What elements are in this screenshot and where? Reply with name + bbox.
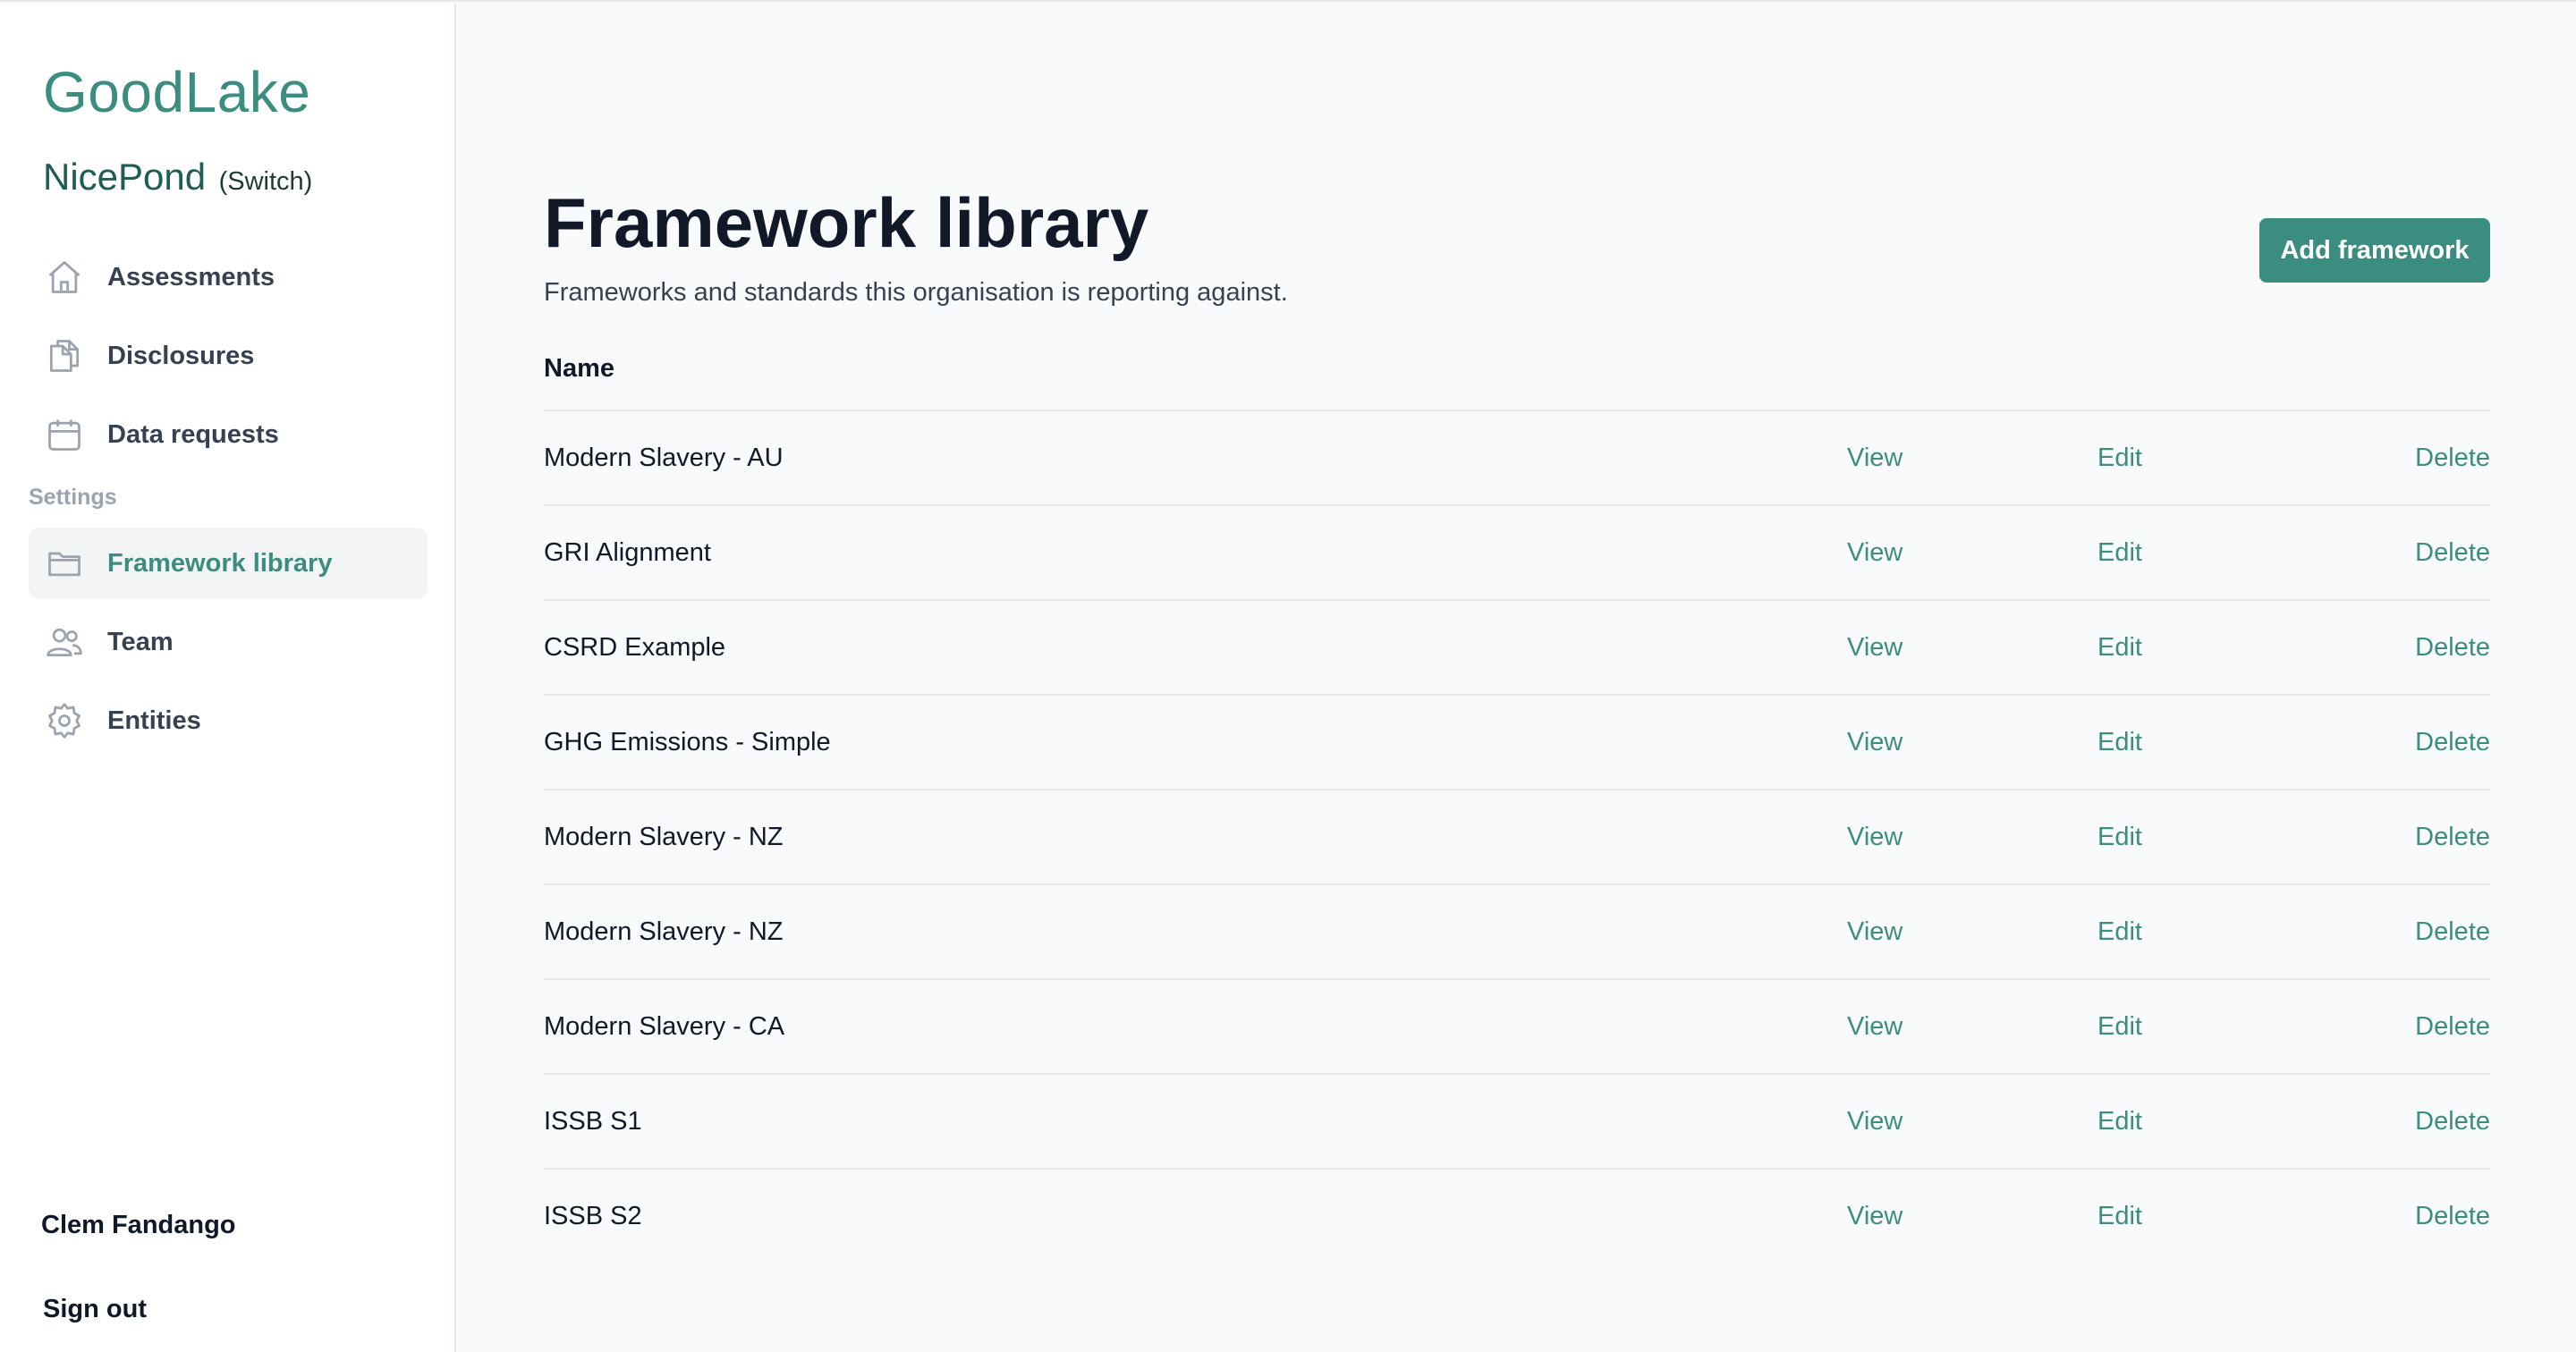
- framework-name: Modern Slavery - NZ: [544, 823, 784, 851]
- table-row: Modern Slavery - AU View Edit Delete: [544, 411, 2490, 506]
- page-title: Framework library: [544, 183, 1149, 262]
- sidebar-item-entities[interactable]: Entities: [29, 685, 428, 756]
- org-switcher: NicePond (Switch): [43, 156, 312, 199]
- current-user-name: Clem Fandango: [41, 1211, 236, 1239]
- delete-link[interactable]: Delete: [2415, 980, 2490, 1073]
- sidebar: GoodLake NicePond (Switch) Assessments D…: [0, 4, 456, 1352]
- home-icon: [45, 258, 84, 297]
- framework-name: GHG Emissions - Simple: [544, 728, 831, 756]
- table-row: ISSB S1 View Edit Delete: [544, 1075, 2490, 1170]
- sidebar-item-data-requests[interactable]: Data requests: [29, 399, 428, 470]
- view-link[interactable]: View: [1847, 885, 1902, 978]
- add-framework-button[interactable]: Add framework: [2259, 218, 2490, 283]
- edit-link[interactable]: Edit: [2097, 506, 2142, 599]
- delete-link[interactable]: Delete: [2415, 696, 2490, 789]
- brand-logo[interactable]: GoodLake: [43, 59, 310, 125]
- page-description: Frameworks and standards this organisati…: [544, 278, 1288, 307]
- sidebar-item-label: Assessments: [107, 262, 275, 292]
- sidebar-item-label: Disclosures: [107, 341, 255, 370]
- edit-link[interactable]: Edit: [2097, 1170, 2142, 1263]
- view-link[interactable]: View: [1847, 1075, 1902, 1168]
- view-link[interactable]: View: [1847, 790, 1902, 883]
- settings-section-label: Settings: [29, 485, 117, 510]
- framework-name: Modern Slavery - CA: [544, 1012, 785, 1041]
- sidebar-item-disclosures[interactable]: Disclosures: [29, 320, 428, 392]
- delete-link[interactable]: Delete: [2415, 790, 2490, 883]
- edit-link[interactable]: Edit: [2097, 1075, 2142, 1168]
- sidebar-item-framework-library[interactable]: Framework library: [29, 528, 428, 599]
- table-row: GHG Emissions - Simple View Edit Delete: [544, 696, 2490, 790]
- sign-out-button[interactable]: Sign out: [43, 1295, 147, 1324]
- view-link[interactable]: View: [1847, 980, 1902, 1073]
- view-link[interactable]: View: [1847, 1170, 1902, 1263]
- edit-link[interactable]: Edit: [2097, 411, 2142, 504]
- sidebar-item-assessments[interactable]: Assessments: [29, 241, 428, 313]
- delete-link[interactable]: Delete: [2415, 1170, 2490, 1263]
- app-window: GoodLake NicePond (Switch) Assessments D…: [0, 0, 2576, 1352]
- folder-icon: [45, 544, 84, 583]
- edit-link[interactable]: Edit: [2097, 601, 2142, 694]
- table-row: GRI Alignment View Edit Delete: [544, 506, 2490, 601]
- framework-name: Modern Slavery - AU: [544, 444, 784, 472]
- documents-icon: [45, 336, 84, 376]
- delete-link[interactable]: Delete: [2415, 411, 2490, 504]
- edit-link[interactable]: Edit: [2097, 885, 2142, 978]
- delete-link[interactable]: Delete: [2415, 506, 2490, 599]
- org-switch-link[interactable]: (Switch): [219, 167, 313, 196]
- framework-name: GRI Alignment: [544, 538, 711, 567]
- delete-link[interactable]: Delete: [2415, 601, 2490, 694]
- edit-link[interactable]: Edit: [2097, 980, 2142, 1073]
- sidebar-item-label: Entities: [107, 706, 201, 735]
- users-icon: [45, 622, 84, 662]
- view-link[interactable]: View: [1847, 506, 1902, 599]
- calendar-icon: [45, 415, 84, 454]
- org-name: NicePond: [43, 156, 207, 198]
- table-row: Modern Slavery - CA View Edit Delete: [544, 980, 2490, 1075]
- sidebar-item-label: Team: [107, 627, 174, 656]
- table-row: Modern Slavery - NZ View Edit Delete: [544, 885, 2490, 980]
- framework-table: Name Modern Slavery - AU View Edit Delet…: [544, 345, 2490, 1264]
- sidebar-item-team[interactable]: Team: [29, 606, 428, 678]
- view-link[interactable]: View: [1847, 696, 1902, 789]
- framework-name: Modern Slavery - NZ: [544, 917, 784, 946]
- edit-link[interactable]: Edit: [2097, 696, 2142, 789]
- framework-name: ISSB S2: [544, 1202, 642, 1230]
- delete-link[interactable]: Delete: [2415, 885, 2490, 978]
- view-link[interactable]: View: [1847, 601, 1902, 694]
- view-link[interactable]: View: [1847, 411, 1902, 504]
- delete-link[interactable]: Delete: [2415, 1075, 2490, 1168]
- table-header-name: Name: [544, 345, 2490, 411]
- table-row: ISSB S2 View Edit Delete: [544, 1170, 2490, 1264]
- sidebar-item-label: Data requests: [107, 419, 279, 449]
- framework-name: ISSB S1: [544, 1107, 642, 1136]
- sidebar-item-label: Framework library: [107, 548, 333, 578]
- gear-icon: [45, 701, 84, 740]
- framework-name: CSRD Example: [544, 633, 726, 662]
- table-row: Modern Slavery - NZ View Edit Delete: [544, 790, 2490, 885]
- edit-link[interactable]: Edit: [2097, 790, 2142, 883]
- table-row: CSRD Example View Edit Delete: [544, 601, 2490, 696]
